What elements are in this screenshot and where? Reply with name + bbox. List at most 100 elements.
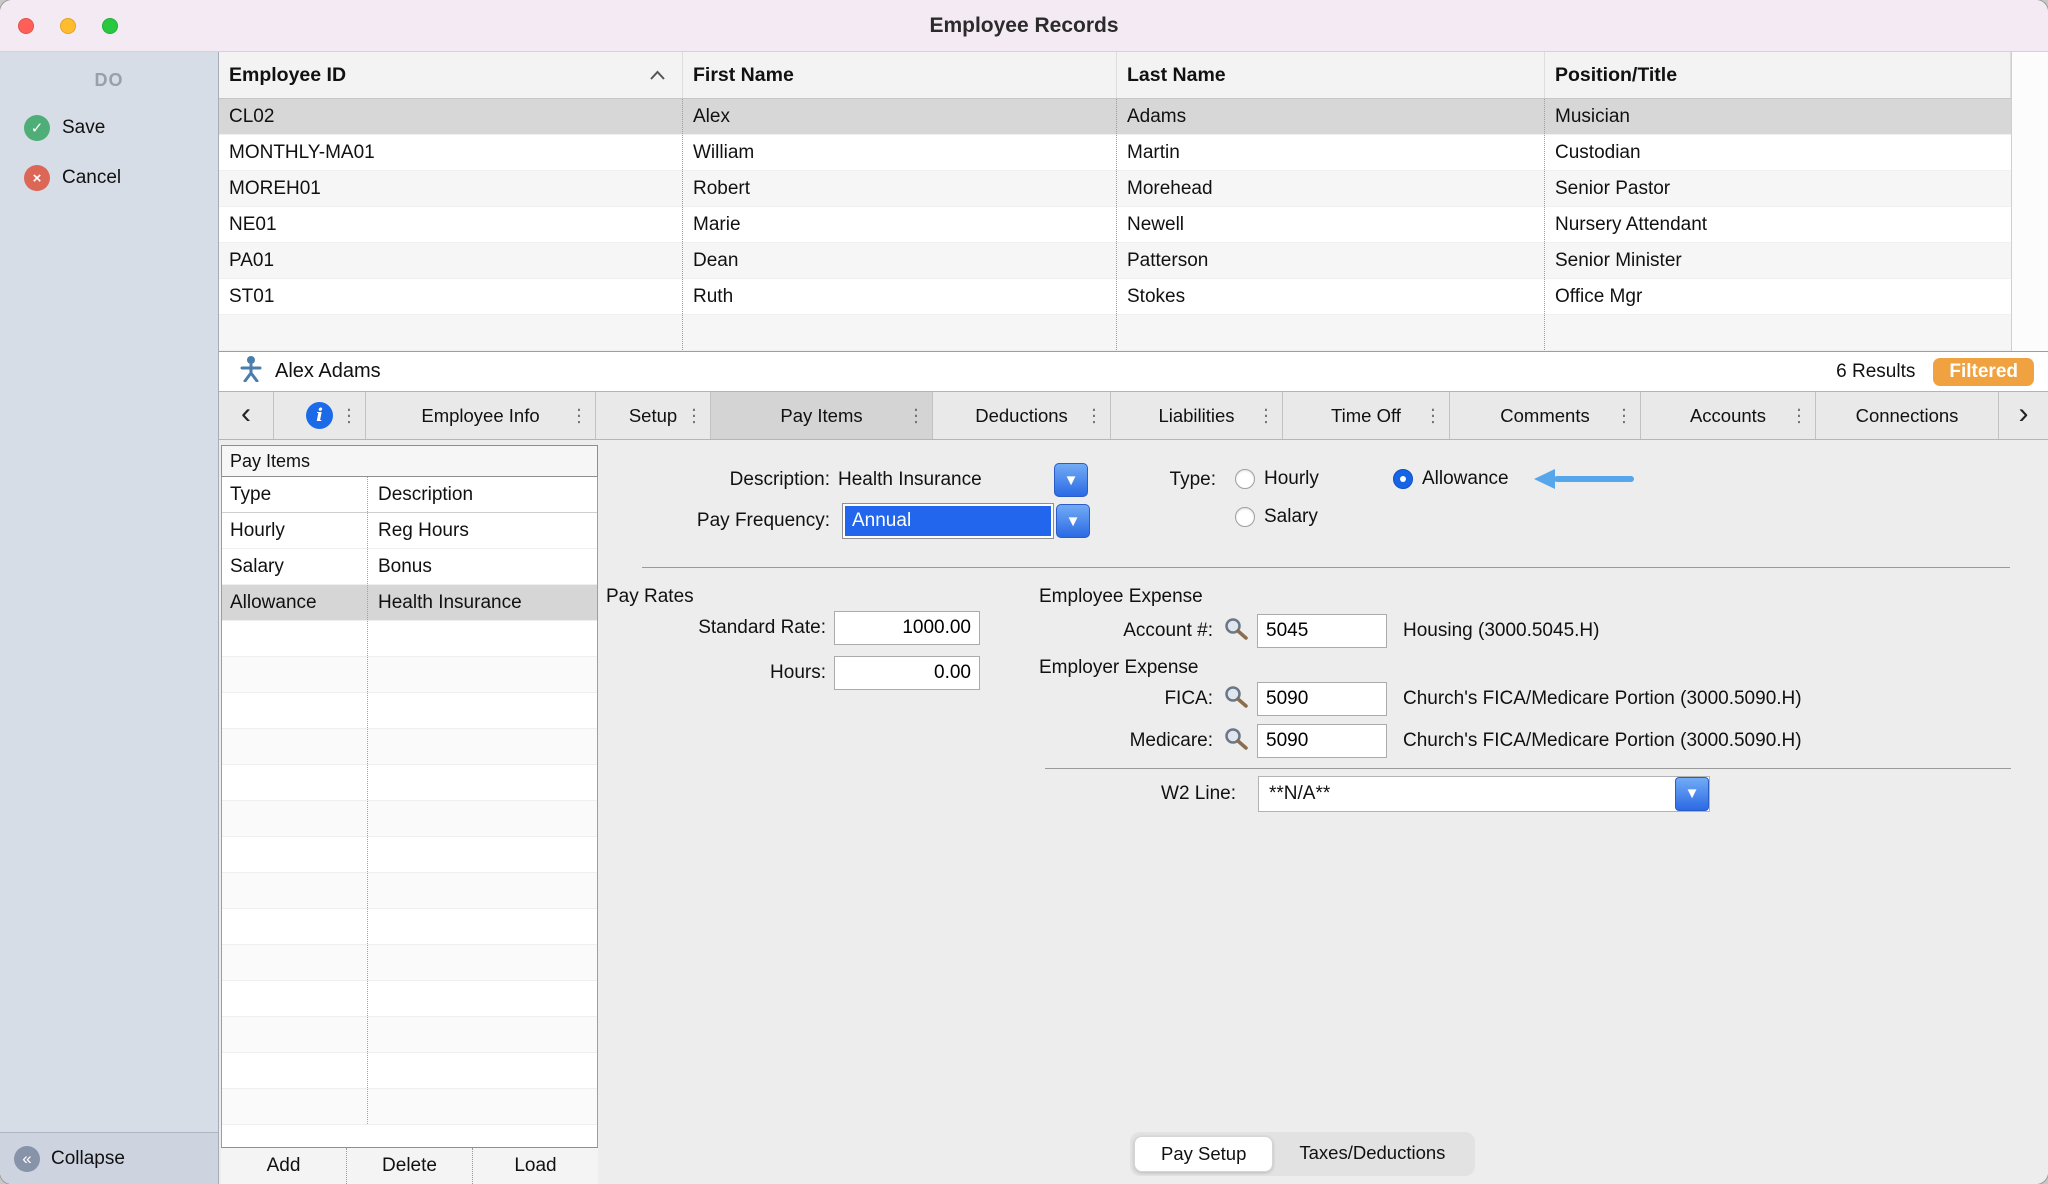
radio-label: Allowance (1422, 468, 1509, 490)
account-lookup-icon[interactable] (1223, 684, 1249, 714)
cell-first-name: Alex (683, 99, 1117, 134)
table-row-selected[interactable]: CL02 Alex Adams Musician (219, 99, 2048, 135)
tab-overflow-icon[interactable]: ⋮ (685, 405, 703, 426)
cancel-button[interactable]: × Cancel (0, 165, 218, 191)
table-row[interactable]: MONTHLY-MA01 William Martin Custodian (219, 135, 2048, 171)
description-value[interactable]: Health Insurance (838, 469, 982, 491)
tab-overflow-icon[interactable]: ⋮ (340, 405, 358, 426)
cell-position: Senior Minister (1545, 243, 2011, 278)
hours-input[interactable] (834, 656, 980, 690)
pay-item-row[interactable]: Hourly Reg Hours (222, 513, 597, 549)
column-header-last-name[interactable]: Last Name (1117, 52, 1545, 98)
tab-time-off[interactable]: Time Off ⋮ (1283, 392, 1450, 439)
section-divider (642, 567, 2010, 568)
medicare-label: Medicare: (1039, 730, 1215, 752)
cell-type: Allowance (222, 585, 368, 620)
load-pay-item-button[interactable]: Load (472, 1148, 598, 1184)
radio-icon (1235, 507, 1255, 527)
cell-first-name: William (683, 135, 1117, 170)
table-row[interactable]: PA01 Dean Patterson Senior Minister (219, 243, 2048, 279)
pay-item-empty-row (222, 1017, 597, 1053)
cell-last-name: Stokes (1117, 279, 1545, 314)
tabs-scroll-right-button[interactable]: › (1999, 392, 2048, 439)
tab-pay-items[interactable]: Pay Items ⋮ (711, 392, 933, 439)
pay-item-empty-row (222, 621, 597, 657)
account-lookup-icon[interactable] (1223, 726, 1249, 756)
tab-setup[interactable]: Setup ⋮ (596, 392, 711, 439)
account-number-input[interactable] (1257, 614, 1387, 648)
tab-overflow-icon[interactable]: ⋮ (1615, 405, 1633, 426)
tab-accounts[interactable]: Accounts ⋮ (1641, 392, 1816, 439)
tab-deductions[interactable]: Deductions ⋮ (933, 392, 1111, 439)
delete-pay-item-button[interactable]: Delete (346, 1148, 472, 1184)
tab-connections[interactable]: Connections (1816, 392, 1999, 439)
minimize-window-button[interactable] (60, 18, 76, 34)
table-row[interactable]: NE01 Marie Newell Nursery Attendant (219, 207, 2048, 243)
pay-item-row-selected[interactable]: Allowance Health Insurance (222, 585, 597, 621)
type-label: Type: (1138, 462, 1216, 498)
standard-rate-input[interactable] (834, 611, 980, 645)
w2-line-label: W2 Line: (1038, 783, 1244, 805)
column-header-first-name[interactable]: First Name (683, 52, 1117, 98)
sort-ascending-icon (649, 64, 666, 87)
table-empty-row (219, 315, 2048, 351)
pay-items-panel-title: Pay Items (221, 445, 598, 477)
tab-label: Liabilities (1158, 405, 1234, 427)
fica-account-input[interactable] (1257, 682, 1387, 716)
account-lookup-icon[interactable] (1223, 616, 1249, 646)
tab-comments[interactable]: Comments ⋮ (1450, 392, 1641, 439)
tab-pay-setup[interactable]: Pay Setup (1134, 1136, 1273, 1172)
chevron-right-icon: › (2019, 397, 2029, 431)
cell-empty (219, 315, 683, 350)
tab-info[interactable]: i ⋮ (274, 392, 366, 439)
selected-employee-name: Alex Adams (275, 360, 381, 383)
tab-label: Connections (1856, 405, 1959, 427)
tab-taxes-deductions[interactable]: Taxes/Deductions (1273, 1136, 1471, 1172)
tab-label: Pay Items (780, 405, 862, 427)
table-row[interactable]: ST01 Ruth Stokes Office Mgr (219, 279, 2048, 315)
description-dropdown-button[interactable]: ▼ (1054, 463, 1088, 497)
table-scrollbar[interactable] (2011, 52, 2048, 351)
pay-frequency-select[interactable]: Annual (842, 503, 1054, 539)
pay-items-panel: Pay Items Type Description Hourly Reg Ho… (221, 445, 598, 1184)
type-radio-salary[interactable]: Salary (1235, 505, 1318, 529)
column-header-description[interactable]: Description (368, 477, 597, 512)
tab-overflow-icon[interactable]: ⋮ (1790, 405, 1808, 426)
w2-line-select[interactable]: **N/A** ▼ (1258, 776, 1710, 812)
tabs-scroll-left-button[interactable]: ‹ (219, 392, 274, 439)
w2-line-dropdown-button[interactable]: ▼ (1675, 777, 1709, 811)
cancel-label: Cancel (62, 167, 121, 189)
tab-employee-info[interactable]: Employee Info ⋮ (366, 392, 596, 439)
close-window-button[interactable] (18, 18, 34, 34)
pay-item-empty-row (222, 729, 597, 765)
zoom-window-button[interactable] (102, 18, 118, 34)
cell-first-name: Dean (683, 243, 1117, 278)
column-header-position-title[interactable]: Position/Title (1545, 52, 2011, 98)
employee-table: Employee ID First Name Last Name Positio… (219, 52, 2048, 352)
collapse-sidebar-button[interactable]: « Collapse (0, 1132, 218, 1184)
cell-first-name: Ruth (683, 279, 1117, 314)
filtered-badge[interactable]: Filtered (1933, 358, 2034, 386)
employee-table-header: Employee ID First Name Last Name Positio… (219, 52, 2048, 99)
medicare-row: Medicare: Church's FICA/Medicare Portion… (1039, 724, 1802, 758)
radio-label: Salary (1264, 506, 1318, 528)
column-header-employee-id[interactable]: Employee ID (219, 52, 683, 98)
collapse-label: Collapse (51, 1148, 125, 1170)
tab-overflow-icon[interactable]: ⋮ (1257, 405, 1275, 426)
tab-overflow-icon[interactable]: ⋮ (1424, 405, 1442, 426)
tab-overflow-icon[interactable]: ⋮ (907, 405, 925, 426)
pay-frequency-dropdown-button[interactable]: ▼ (1056, 504, 1090, 538)
cancel-x-icon: × (24, 165, 50, 191)
save-button[interactable]: ✓ Save (0, 115, 218, 141)
tab-liabilities[interactable]: Liabilities ⋮ (1111, 392, 1283, 439)
type-radio-hourly[interactable]: Hourly (1235, 467, 1319, 491)
add-pay-item-button[interactable]: Add (221, 1148, 346, 1184)
tab-overflow-icon[interactable]: ⋮ (1085, 405, 1103, 426)
tab-overflow-icon[interactable]: ⋮ (570, 405, 588, 426)
type-radio-allowance[interactable]: Allowance (1393, 467, 1509, 491)
column-header-type[interactable]: Type (222, 477, 368, 512)
pay-item-row[interactable]: Salary Bonus (222, 549, 597, 585)
table-row[interactable]: MOREH01 Robert Morehead Senior Pastor (219, 171, 2048, 207)
tab-label: Employee Info (421, 405, 539, 427)
medicare-account-input[interactable] (1257, 724, 1387, 758)
